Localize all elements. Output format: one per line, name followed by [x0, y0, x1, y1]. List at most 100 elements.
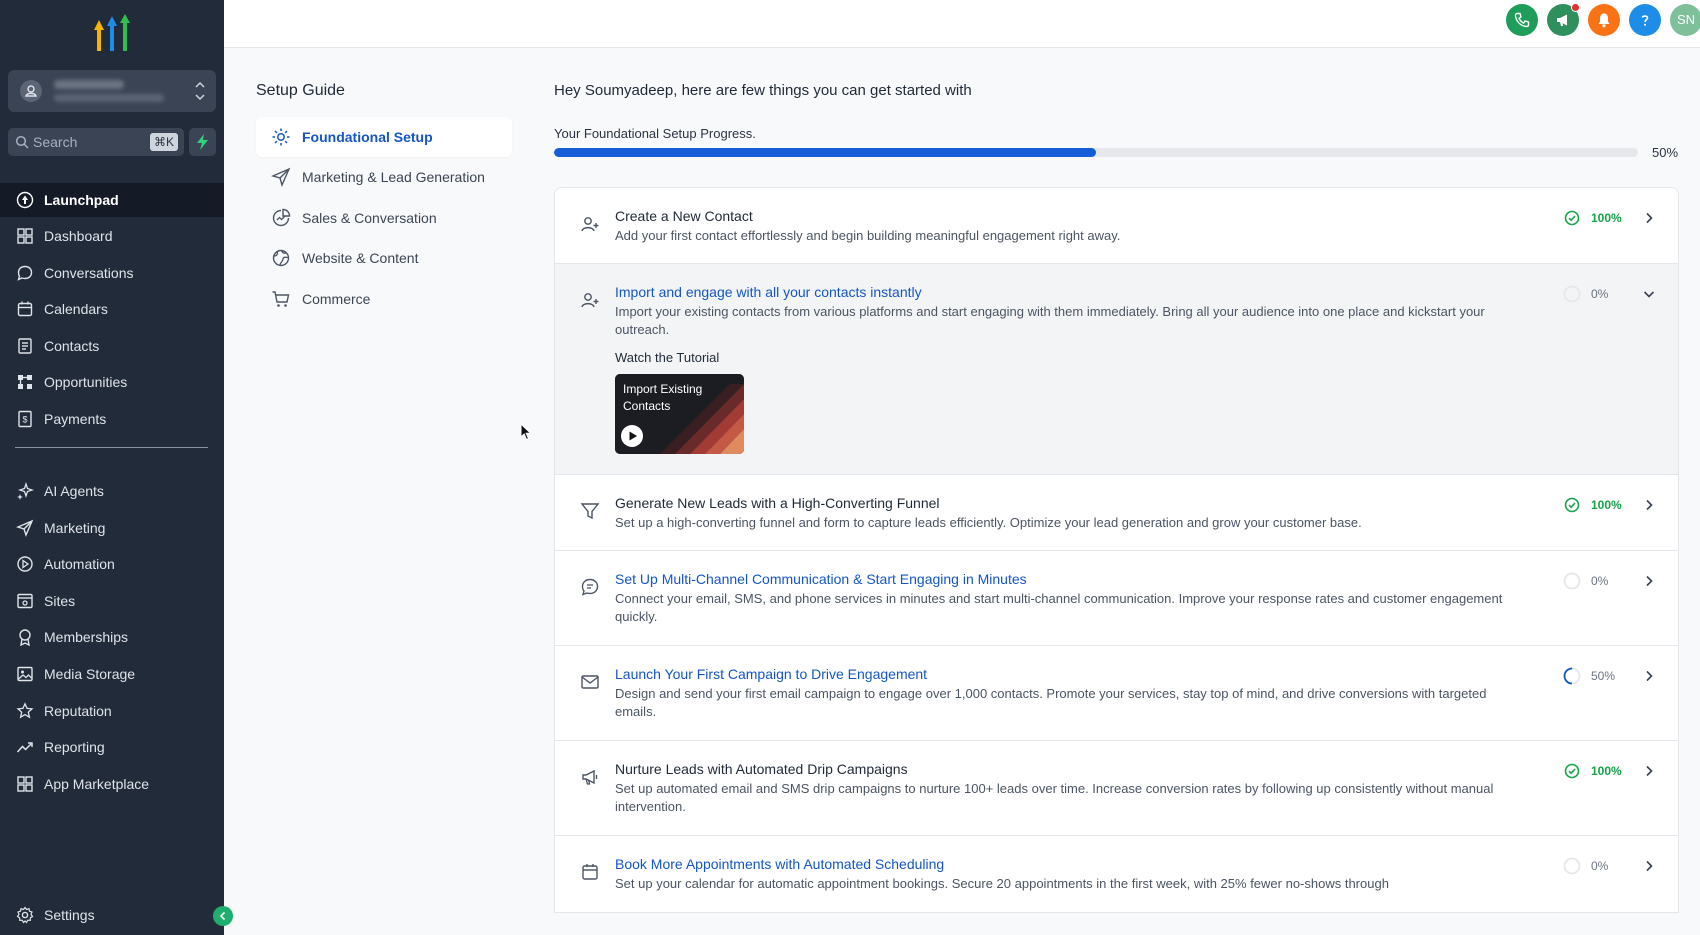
sidebar-item-reporting[interactable]: Reporting: [0, 730, 224, 764]
task-title: Generate New Leads with a High-Convertin…: [615, 495, 940, 511]
progress-percent: 50%: [1652, 145, 1679, 160]
sidebar-item-memberships[interactable]: Memberships: [0, 620, 224, 654]
sidebar-item-label: Sites: [44, 593, 76, 609]
quick-action-button[interactable]: [189, 128, 216, 156]
sidebar-item-reputation[interactable]: Reputation: [0, 694, 224, 728]
help-button[interactable]: [1629, 4, 1661, 36]
sidebar-item-launchpad[interactable]: Launchpad: [0, 183, 224, 217]
notification-dot: [1571, 3, 1580, 12]
sites-icon: [17, 593, 33, 609]
search-icon: [15, 135, 29, 149]
sidebar-item-label: Dashboard: [44, 228, 113, 244]
search-shortcut: ⌘K: [149, 133, 178, 151]
sidebar-item-label: Conversations: [44, 265, 134, 281]
sidebar-item-sites[interactable]: Sites: [0, 584, 224, 618]
sidebar-item-settings[interactable]: Settings: [0, 898, 224, 932]
task-card[interactable]: Book More Appointments with Automated Sc…: [555, 836, 1678, 912]
sidebar-item-contacts[interactable]: Contacts: [0, 329, 224, 363]
lightning-icon: [197, 134, 208, 150]
task-status: 0%: [1563, 572, 1633, 590]
play-button[interactable]: [621, 425, 643, 447]
chevron-right-icon[interactable]: [1642, 574, 1656, 588]
guide-item-label: Marketing & Lead Generation: [302, 169, 485, 185]
task-list: Create a New Contact Add your first conta…: [554, 187, 1679, 913]
sidebar-item-app-marketplace[interactable]: App Marketplace: [0, 767, 224, 801]
guide-item-commerce[interactable]: Commerce: [256, 279, 512, 319]
cart-icon: [272, 291, 290, 307]
task-card[interactable]: Launch Your First Campaign to Drive Enga…: [555, 646, 1678, 741]
chart-pie-icon: [272, 208, 291, 227]
task-title[interactable]: Launch Your First Campaign to Drive Enga…: [615, 666, 927, 682]
announcements-button[interactable]: [1547, 3, 1580, 36]
globe-icon: [272, 249, 290, 267]
guide-item-label: Sales & Conversation: [302, 210, 437, 226]
user-avatar-button[interactable]: SN: [1670, 4, 1700, 36]
task-title[interactable]: Set Up Multi-Channel Communication & Sta…: [615, 571, 1027, 587]
chevron-right-icon[interactable]: [1642, 211, 1656, 225]
task-card[interactable]: Generate New Leads with a High-Convertin…: [555, 475, 1678, 551]
tutorial-video-thumbnail[interactable]: Import Existing Contacts: [615, 374, 744, 454]
app-logo[interactable]: [88, 14, 136, 54]
task-title[interactable]: Import and engage with all your contacts…: [615, 284, 922, 300]
task-card[interactable]: Create a New Contact Add your first conta…: [555, 188, 1678, 264]
payments-icon: $: [18, 410, 32, 428]
task-card[interactable]: Set Up Multi-Channel Communication & Sta…: [555, 551, 1678, 646]
chevron-down-icon[interactable]: [1642, 287, 1656, 301]
contacts-icon: [18, 338, 32, 354]
account-name-blurred: [54, 80, 124, 89]
task-description: Connect your email, SMS, and phone servi…: [615, 591, 1503, 624]
sidebar-search[interactable]: Search ⌘K: [8, 128, 184, 156]
setup-guide-title: Setup Guide: [256, 82, 345, 99]
task-description: Import your existing contacts from vario…: [615, 304, 1485, 337]
task-description: Set up your calendar for automatic appoi…: [615, 876, 1389, 891]
task-description: Set up automated email and SMS drip camp…: [615, 781, 1494, 814]
phone-button[interactable]: [1506, 4, 1538, 36]
megaphone-icon: [582, 769, 598, 785]
task-title: Nurture Leads with Automated Drip Campai…: [615, 761, 908, 777]
account-switcher[interactable]: [8, 70, 216, 112]
add-user-icon: [581, 217, 599, 232]
task-title[interactable]: Book More Appointments with Automated Sc…: [615, 856, 944, 872]
send-icon: [16, 519, 34, 537]
calendar-icon: [17, 301, 33, 317]
task-status: 50%: [1563, 667, 1633, 685]
guide-item-website-content[interactable]: Website & Content: [256, 238, 512, 278]
sidebar-item-payments[interactable]: $ Payments: [0, 402, 224, 436]
notifications-button[interactable]: [1588, 4, 1620, 36]
chevron-updown-icon: [195, 81, 205, 101]
chevron-right-icon[interactable]: [1642, 859, 1656, 873]
task-card[interactable]: Nurture Leads with Automated Drip Campai…: [555, 741, 1678, 836]
chevron-right-icon[interactable]: [1642, 669, 1656, 683]
task-title: Create a New Contact: [615, 208, 753, 224]
star-icon: [16, 702, 34, 719]
sidebar-item-media-storage[interactable]: Media Storage: [0, 657, 224, 691]
sidebar-item-label: AI Agents: [44, 483, 104, 499]
opportunities-icon: [18, 375, 32, 389]
message-icon: [581, 578, 599, 596]
sidebar-item-marketing[interactable]: Marketing: [0, 511, 224, 545]
progress-bar: [554, 148, 1638, 157]
chevron-right-icon[interactable]: [1642, 498, 1656, 512]
guide-item-foundational-setup[interactable]: Foundational Setup: [256, 117, 512, 157]
gear-icon: [16, 906, 34, 924]
sidebar-item-dashboard[interactable]: Dashboard: [0, 219, 224, 253]
sidebar-item-ai-agents[interactable]: AI Agents: [0, 474, 224, 508]
task-status: 100%: [1563, 762, 1633, 780]
chevron-right-icon[interactable]: [1642, 764, 1656, 778]
task-card[interactable]: Import and engage with all your contacts…: [555, 264, 1678, 475]
guide-item-label: Foundational Setup: [302, 129, 433, 145]
guide-item-marketing-lead-generation[interactable]: Marketing & Lead Generation: [256, 157, 512, 197]
sidebar-item-label: Launchpad: [44, 192, 119, 208]
collapse-sidebar-button[interactable]: [213, 906, 233, 926]
sidebar-item-label: Settings: [44, 907, 95, 923]
sidebar-item-conversations[interactable]: Conversations: [0, 256, 224, 290]
sidebar-item-automation[interactable]: Automation: [0, 547, 224, 581]
add-user-icon: [581, 293, 599, 308]
sidebar-item-opportunities[interactable]: Opportunities: [0, 365, 224, 399]
grid-icon: [17, 776, 33, 792]
sidebar-item-calendars[interactable]: Calendars: [0, 292, 224, 326]
check-circle-icon: [1564, 497, 1580, 513]
task-progress-percent: 0%: [1591, 287, 1609, 301]
guide-item-sales-conversation[interactable]: Sales & Conversation: [256, 198, 512, 238]
task-description: Design and send your first email campaig…: [615, 686, 1487, 719]
